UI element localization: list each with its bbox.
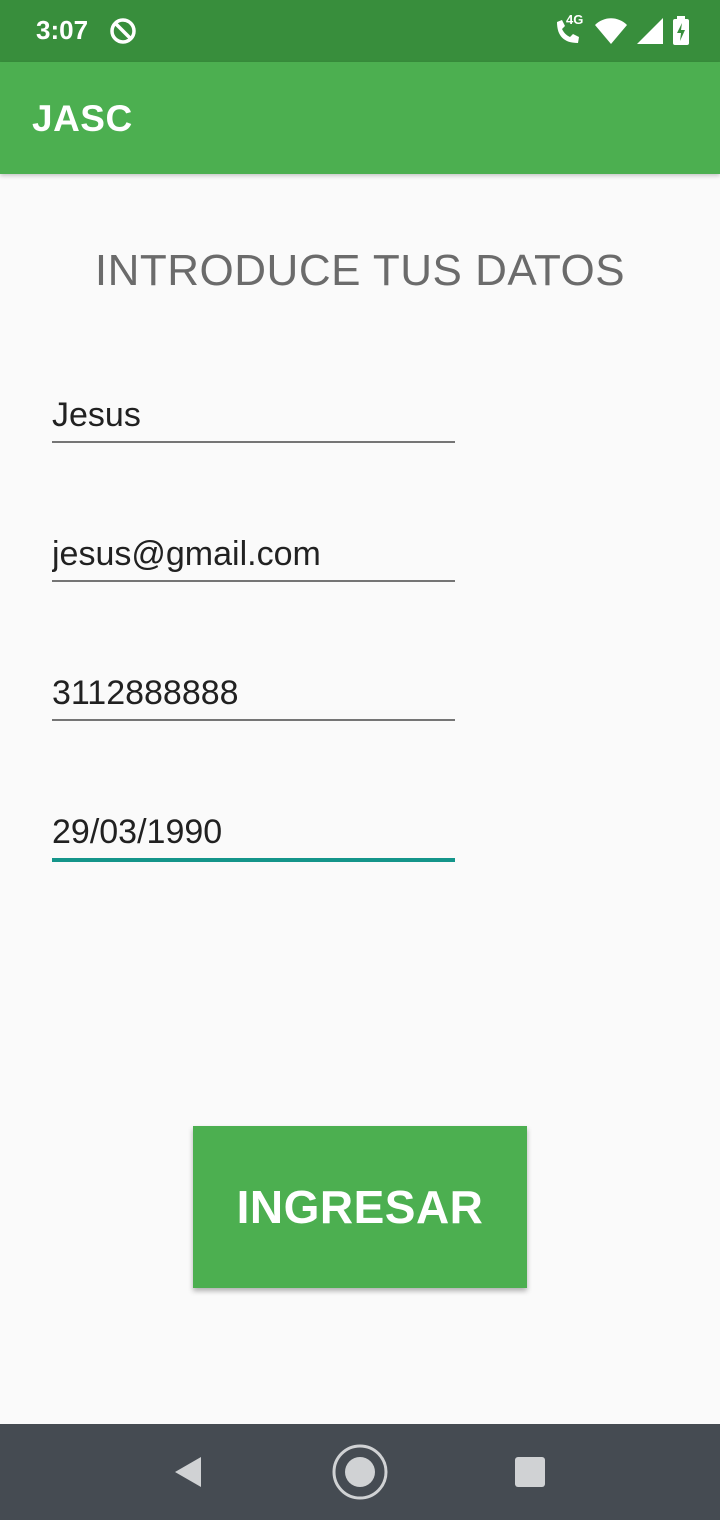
submit-button[interactable]: INGRESAR bbox=[193, 1126, 527, 1288]
back-icon bbox=[175, 1457, 201, 1487]
name-field[interactable] bbox=[52, 381, 455, 443]
email-input[interactable] bbox=[52, 535, 455, 574]
wifi-icon bbox=[595, 18, 627, 44]
status-icons: 4G bbox=[552, 12, 690, 48]
recents-icon bbox=[515, 1457, 545, 1487]
phone-field[interactable] bbox=[52, 659, 455, 721]
app-title: JASC bbox=[32, 98, 133, 139]
status-bar: 3:07 4G bbox=[0, 0, 720, 62]
form-heading: INTRODUCE TUS DATOS bbox=[94, 246, 626, 295]
name-input[interactable] bbox=[52, 396, 455, 435]
wifi-calling-icon: 4G bbox=[552, 12, 586, 48]
birth-date-input[interactable] bbox=[52, 813, 455, 852]
network-label: 4G bbox=[566, 12, 584, 27]
app-bar: JASC bbox=[0, 62, 720, 174]
home-icon bbox=[332, 1444, 388, 1500]
email-field[interactable] bbox=[52, 520, 455, 582]
recents-button[interactable] bbox=[470, 1424, 590, 1520]
home-button[interactable] bbox=[300, 1424, 420, 1520]
status-time: 3:07 bbox=[36, 15, 89, 45]
back-button[interactable] bbox=[128, 1424, 248, 1520]
birth-date-field[interactable] bbox=[52, 798, 455, 862]
battery-charging-icon bbox=[673, 16, 689, 45]
phone-input[interactable] bbox=[52, 674, 455, 713]
navigation-bar bbox=[0, 1424, 720, 1520]
cellular-signal-icon bbox=[637, 18, 663, 44]
sync-disabled-icon bbox=[110, 18, 136, 44]
